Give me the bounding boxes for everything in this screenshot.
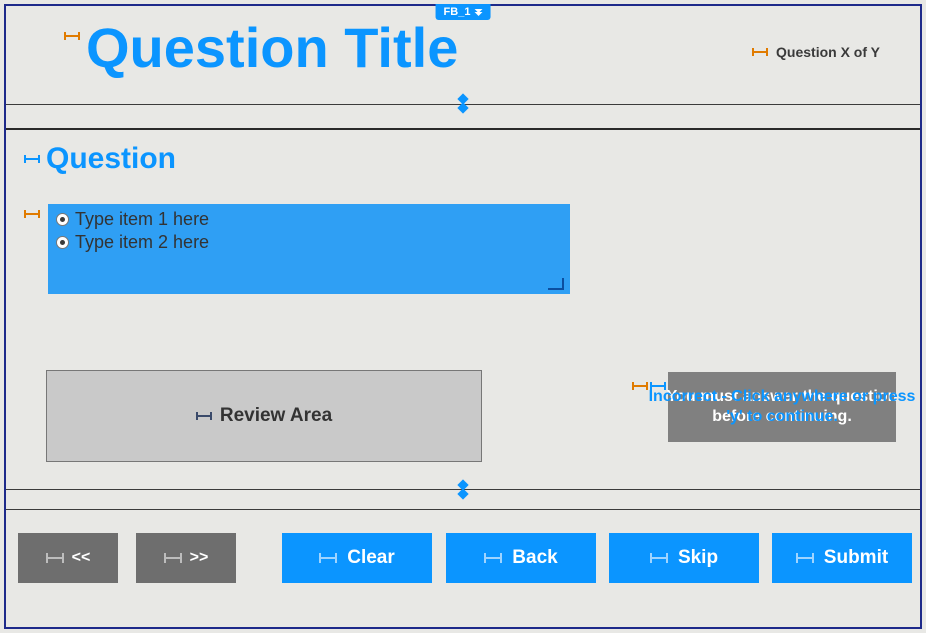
question-counter-placeholder[interactable]: Question X of Y	[752, 44, 880, 60]
placeholder-icon	[752, 46, 768, 58]
answer-item[interactable]: Type item 1 here	[56, 208, 562, 231]
placeholder-icon	[196, 410, 212, 422]
divider	[6, 128, 920, 130]
page-title: Question Title	[86, 20, 458, 76]
question-label: Question	[46, 142, 176, 176]
row-resize-handle[interactable]	[456, 94, 470, 112]
placeholder-icon	[319, 552, 337, 564]
feedback-front-text: Incorrect - Click anywhere or press 'y' …	[638, 378, 926, 436]
back-label: Back	[512, 547, 557, 569]
chevron-down-icon	[474, 7, 482, 17]
row-resize-handle[interactable]	[456, 480, 470, 498]
skip-label: Skip	[678, 547, 718, 569]
answer-text: Type item 1 here	[75, 209, 209, 230]
prev-label: <<	[72, 549, 91, 567]
placeholder-icon	[46, 552, 64, 564]
submit-button[interactable]: Submit	[772, 533, 912, 583]
review-area[interactable]: Review Area	[46, 370, 482, 462]
answer-item[interactable]: Type item 2 here	[56, 231, 562, 254]
resize-handle-icon[interactable]	[548, 278, 564, 290]
placeholder-icon	[164, 552, 182, 564]
title-placeholder[interactable]: Question Title	[64, 20, 458, 76]
prev-button[interactable]: <<	[18, 533, 118, 583]
slide-stage: FB_1 Question Title Question X of Y Ques…	[4, 4, 922, 629]
radio-icon[interactable]	[56, 213, 69, 226]
placeholder-icon	[796, 552, 814, 564]
placeholder-icon	[650, 552, 668, 564]
radio-icon[interactable]	[56, 236, 69, 249]
next-button[interactable]: >>	[136, 533, 236, 583]
placeholder-icon	[484, 552, 502, 564]
placeholder-icon	[24, 208, 40, 220]
answer-text: Type item 2 here	[75, 232, 209, 253]
next-label: >>	[190, 549, 209, 567]
skip-button[interactable]: Skip	[609, 533, 759, 583]
feedback-text-stack: You must answer the question before cont…	[638, 378, 926, 436]
clear-label: Clear	[347, 547, 395, 569]
clear-button[interactable]: Clear	[282, 533, 432, 583]
feedback-caption[interactable]: You must answer the question before cont…	[668, 372, 896, 442]
answers-box[interactable]: Type item 1 here Type item 2 here	[48, 204, 570, 294]
back-button[interactable]: Back	[446, 533, 596, 583]
question-placeholder[interactable]: Question	[24, 142, 176, 176]
submit-label: Submit	[824, 547, 888, 569]
placeholder-icon	[24, 153, 40, 165]
placeholder-icon	[64, 30, 80, 42]
footer-bar: << >> Clear Back Skip Submit	[6, 503, 920, 627]
answers-placeholder[interactable]: Type item 1 here Type item 2 here	[24, 204, 570, 294]
question-counter: Question X of Y	[776, 44, 880, 60]
review-label: Review Area	[220, 405, 332, 427]
